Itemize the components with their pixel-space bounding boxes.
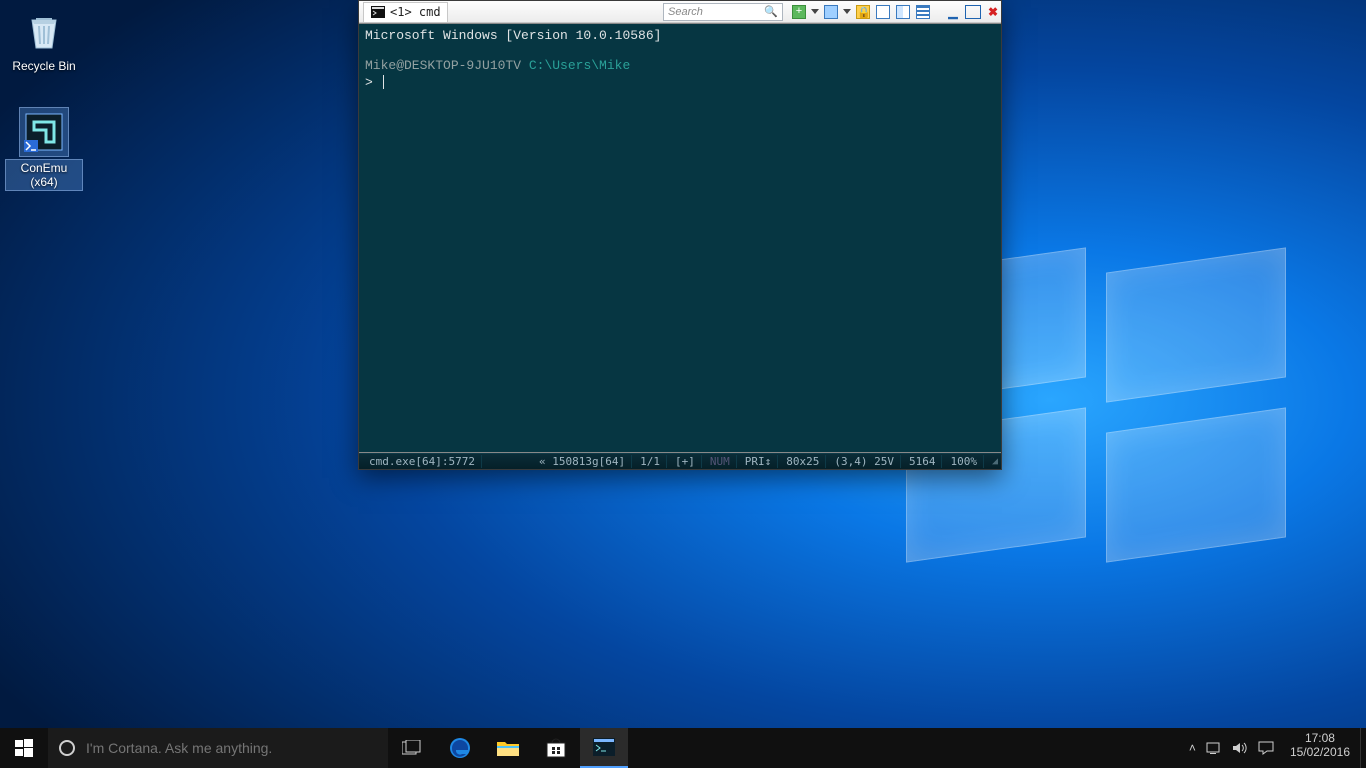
terminal-prompt-line: Mike@DESKTOP-9JU10TV C:\Users\Mike: [365, 58, 995, 75]
taskbar: ˄ 17:08 15/02/2016: [0, 728, 1366, 768]
status-process: cmd.exe[64]:5772: [363, 455, 482, 468]
status-cursor: (3,4) 25V: [828, 455, 901, 468]
search-icon: 🔍: [764, 5, 778, 18]
clock-time: 17:08: [1290, 732, 1350, 746]
search-placeholder: Search: [668, 6, 703, 18]
volume-icon[interactable]: [1232, 741, 1248, 755]
status-build: « 150813g[64]: [533, 455, 632, 468]
window-mode-button[interactable]: [823, 4, 839, 20]
terminal-caret: [383, 75, 384, 89]
status-pid: 5164: [903, 455, 943, 468]
status-size: 80x25: [780, 455, 826, 468]
desktop-icon-recycle-bin[interactable]: Recycle Bin: [6, 6, 82, 74]
taskbar-clock[interactable]: 17:08 15/02/2016: [1280, 728, 1360, 768]
start-button[interactable]: [0, 728, 48, 768]
prompt-symbol: >: [365, 75, 373, 90]
new-console-dropdown[interactable]: [811, 9, 819, 14]
terminal-line: Microsoft Windows [Version 10.0.10586]: [365, 28, 995, 45]
status-console-count: 1/1: [634, 455, 667, 468]
task-view-button[interactable]: [388, 728, 436, 768]
store-icon: [545, 737, 567, 759]
cortana-search[interactable]: [48, 728, 388, 768]
layout-single-button[interactable]: [875, 4, 891, 20]
status-zoom: 100%: [944, 455, 984, 468]
minimize-button[interactable]: ▁: [945, 5, 961, 19]
layout-split-button[interactable]: [895, 4, 911, 20]
conemu-window: <1> cmd Search 🔍 + 🔒 ▁ ✖ Microsoft Windo…: [358, 0, 1002, 470]
conemu-tab-1[interactable]: <1> cmd: [363, 2, 448, 22]
edge-icon: [448, 736, 472, 760]
conemu-taskbar-icon: [593, 738, 615, 756]
prompt-path: C:\Users\Mike: [529, 58, 630, 73]
conemu-titlebar[interactable]: <1> cmd Search 🔍 + 🔒 ▁ ✖: [359, 1, 1001, 23]
window-mode-dropdown[interactable]: [843, 9, 851, 14]
task-view-icon: [402, 740, 422, 756]
status-plus[interactable]: [+]: [669, 455, 702, 468]
status-num: NUM: [704, 455, 737, 468]
cortana-icon: [58, 739, 76, 757]
close-button[interactable]: ✖: [985, 5, 1001, 19]
maximize-button[interactable]: [965, 5, 981, 19]
terminal-area[interactable]: Microsoft Windows [Version 10.0.10586] M…: [359, 23, 1001, 453]
status-priority: PRI↕: [739, 455, 779, 468]
network-icon[interactable]: [1206, 741, 1222, 755]
recycle-bin-icon: [20, 6, 68, 54]
resize-grip[interactable]: ◢: [986, 456, 997, 467]
conemu-icon: [20, 108, 68, 156]
cortana-search-input[interactable]: [86, 740, 378, 756]
tray-overflow-icon[interactable]: ˄: [1189, 741, 1196, 755]
desktop-icon-conemu[interactable]: ConEmu (x64): [6, 108, 82, 190]
cmd-icon: [370, 4, 386, 20]
desktop-icon-label: Recycle Bin: [10, 58, 77, 74]
system-tray[interactable]: ˄: [1179, 728, 1280, 768]
taskbar-app-edge[interactable]: [436, 728, 484, 768]
conemu-search-input[interactable]: Search 🔍: [663, 3, 783, 21]
new-console-button[interactable]: +: [791, 4, 807, 20]
layout-list-button[interactable]: [915, 4, 931, 20]
conemu-tab-label: <1> cmd: [390, 5, 441, 19]
clock-date: 15/02/2016: [1290, 746, 1350, 760]
windows-logo-icon: [15, 739, 33, 757]
action-center-icon[interactable]: [1258, 741, 1274, 755]
lock-button[interactable]: 🔒: [855, 4, 871, 20]
desktop-icon-label: ConEmu (x64): [6, 160, 82, 190]
taskbar-app-explorer[interactable]: [484, 728, 532, 768]
prompt-user-host: Mike@DESKTOP-9JU10TV: [365, 58, 521, 73]
conemu-statusbar: cmd.exe[64]:5772 « 150813g[64] 1/1 [+] N…: [359, 453, 1001, 469]
taskbar-app-store[interactable]: [532, 728, 580, 768]
terminal-input-line[interactable]: >: [365, 75, 995, 92]
show-desktop-button[interactable]: [1360, 728, 1366, 768]
taskbar-app-conemu[interactable]: [580, 728, 628, 768]
folder-icon: [496, 738, 520, 758]
